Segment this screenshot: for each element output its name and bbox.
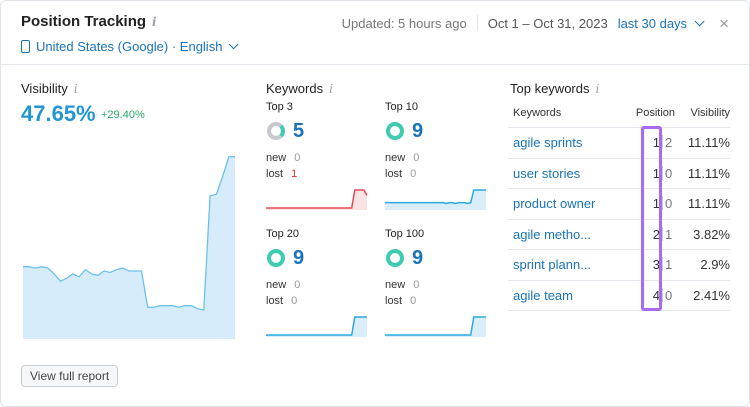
table-header: Keywords Position Visibility <box>508 98 730 128</box>
lost-row: lost 0 <box>385 295 417 307</box>
visibility-chart <box>23 156 235 339</box>
header-meta: Updated: 5 hours ago Oct 1 – Oct 31, 202… <box>341 15 729 32</box>
new-row: new 0 <box>266 279 301 291</box>
table-row: user stories 1 0 11.11% <box>508 159 730 189</box>
lost-row: lost 0 <box>266 295 298 307</box>
table-row: agile team 4 0 2.41% <box>508 281 730 311</box>
donut-icon <box>267 122 285 140</box>
keyword-link[interactable]: agile metho... <box>508 227 620 242</box>
keyword-link[interactable]: user stories <box>508 166 620 181</box>
location-label: United States (Google) · English <box>36 39 223 54</box>
period-selector[interactable]: last 30 days <box>617 15 705 31</box>
position-change-highlight <box>641 126 662 311</box>
visibility-cell: 3.82% <box>693 226 730 242</box>
date-range: Oct 1 – Oct 31, 2023 <box>487 15 608 31</box>
visibility-cell: 2.41% <box>693 287 730 303</box>
block-title: Top 100 <box>385 228 425 240</box>
top-keywords-table: Keywords Position Visibility agile sprin… <box>508 98 730 311</box>
table-row: agile sprints 1 2 11.11% <box>508 128 730 159</box>
new-row: new 0 <box>385 279 420 291</box>
sparkline-line <box>266 316 367 336</box>
view-full-report-button[interactable]: View full report <box>21 365 119 387</box>
position-change: 0 <box>665 287 673 303</box>
visibility-heading: Visibility i <box>21 81 78 96</box>
donut-icon <box>386 249 404 267</box>
divider <box>476 15 478 31</box>
donut-icon <box>386 122 404 140</box>
info-icon[interactable]: i <box>595 82 599 96</box>
top-keywords-heading: Top keywords i <box>510 81 600 96</box>
keyword-block-top-20[interactable]: Top 20 9 new 0 lost 0 <box>266 228 369 340</box>
visibility-value: 47.65% <box>21 101 96 126</box>
info-icon[interactable]: i <box>152 15 157 29</box>
info-icon[interactable]: i <box>329 82 333 96</box>
block-value: 9 <box>293 247 305 269</box>
trend-sparkline <box>385 189 486 210</box>
visibility-area <box>23 156 235 339</box>
column-header-visibility: Visibility <box>690 106 730 119</box>
lost-row: lost 1 <box>266 168 298 180</box>
widget-title: Position Tracking i <box>21 13 157 30</box>
new-row: new 0 <box>385 152 420 164</box>
table-row: product owner 1 0 11.11% <box>508 189 730 220</box>
close-icon[interactable]: × <box>719 15 729 32</box>
visibility-cell: 11.11% <box>687 135 730 151</box>
block-value: 5 <box>293 120 305 142</box>
keyword-link[interactable]: agile sprints <box>508 135 620 150</box>
keyword-block-top-10[interactable]: Top 10 9 new 0 lost 0 <box>385 101 488 213</box>
column-header-position: Position <box>635 106 675 119</box>
keyword-link[interactable]: sprint plann... <box>508 257 620 272</box>
position-change: 0 <box>665 165 673 181</box>
block-title: Top 10 <box>385 101 419 113</box>
table-row: sprint plann... 3 1 2.9% <box>508 250 730 281</box>
keyword-block-top-100[interactable]: Top 100 9 new 0 lost 0 <box>385 228 488 340</box>
trend-sparkline <box>266 189 368 210</box>
sparkline-line <box>385 189 486 205</box>
new-row: new 0 <box>266 152 301 164</box>
info-icon[interactable]: i <box>74 82 78 96</box>
position-change: 1 <box>665 257 673 273</box>
block-value: 9 <box>412 120 424 142</box>
sparkline-line <box>266 189 368 209</box>
mobile-device-icon <box>21 40 30 53</box>
chevron-down-icon <box>229 39 240 50</box>
block-title: Top 3 <box>266 101 293 113</box>
position-change: 2 <box>665 135 673 151</box>
block-value: 9 <box>412 247 424 269</box>
chevron-down-icon <box>694 15 705 26</box>
location-selector[interactable]: United States (Google) · English <box>21 39 240 54</box>
column-header-keywords: Keywords <box>513 106 562 119</box>
table-row: agile metho... 2 1 3.82% <box>508 220 730 250</box>
trend-sparkline <box>266 316 367 337</box>
sparkline-line <box>385 316 486 336</box>
keyword-block-top-3[interactable]: Top 3 5 new 0 lost 1 <box>266 101 369 213</box>
trend-sparkline <box>385 316 486 337</box>
position-change: 0 <box>665 196 673 212</box>
lost-row: lost 0 <box>385 168 417 180</box>
keyword-link[interactable]: product owner <box>508 196 620 211</box>
visibility-delta: +29.40% <box>101 109 145 121</box>
position-tracking-widget: Position Tracking i United States (Google… <box>0 0 750 407</box>
donut-icon <box>267 249 285 267</box>
period-label: last 30 days <box>617 15 688 31</box>
visibility-cell: 11.11% <box>687 165 730 181</box>
visibility-cell: 11.11% <box>687 196 730 212</box>
header-divider <box>1 64 749 65</box>
keyword-link[interactable]: agile team <box>508 288 620 303</box>
visibility-cell: 2.9% <box>700 257 730 273</box>
updated-label: Updated: 5 hours ago <box>341 15 467 31</box>
keywords-heading: Keywords i <box>266 81 333 96</box>
position-change: 1 <box>665 226 673 242</box>
block-title: Top 20 <box>266 228 300 240</box>
